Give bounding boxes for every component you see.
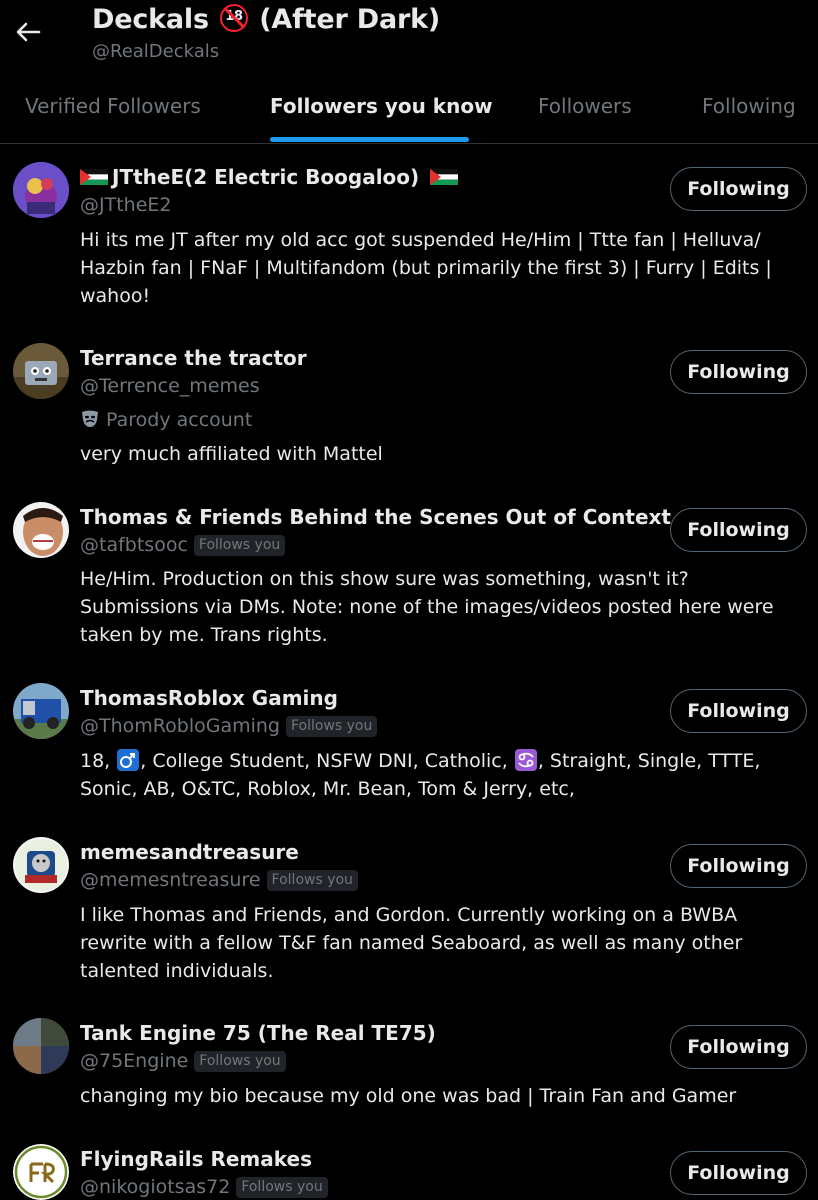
user-handle: @nikogiotsas72 Follows you bbox=[80, 1176, 328, 1198]
user-handle: @Terrence_memes bbox=[80, 375, 260, 397]
user-handle: @memesntreasure Follows you bbox=[80, 869, 358, 891]
following-button[interactable]: Following bbox=[670, 1025, 807, 1069]
user-bio: He/Him. Production on this show sure was… bbox=[80, 568, 774, 646]
tab-verified-followers[interactable]: Verified Followers bbox=[25, 94, 201, 118]
user-handle: @tafbtsooc Follows you bbox=[80, 534, 286, 556]
user-bio: very much affiliated with Mattel bbox=[80, 443, 383, 465]
title-suffix: (After Dark) bbox=[259, 4, 441, 35]
following-button[interactable]: Following bbox=[670, 844, 807, 888]
user-row[interactable]: ThomasRoblox Gaming @ThomRobloGaming Fol… bbox=[0, 666, 818, 821]
profile-header: Deckals 18 (After Dark) @RealDeckals bbox=[0, 0, 818, 70]
user-name[interactable]: Terrance the tractor bbox=[80, 346, 307, 370]
tab-followers-you-know[interactable]: Followers you know bbox=[270, 94, 493, 118]
user-name[interactable]: ThomasRoblox Gaming bbox=[80, 686, 338, 710]
user-bio: Hi its me JT after my old acc got suspen… bbox=[80, 229, 772, 307]
avatar[interactable] bbox=[13, 343, 69, 399]
user-name[interactable]: FlyingRails Remakes bbox=[80, 1147, 312, 1171]
user-handle: @JTtheE2 bbox=[80, 194, 172, 216]
theater-masks-icon bbox=[82, 410, 98, 427]
title-name: Deckals bbox=[92, 4, 209, 35]
user-handle: @75Engine Follows you bbox=[80, 1050, 286, 1072]
palestine-flag-icon bbox=[430, 169, 459, 185]
user-name[interactable]: memesandtreasure bbox=[80, 840, 299, 864]
tab-followers[interactable]: Followers bbox=[538, 94, 632, 118]
user-row[interactable]: memesandtreasure @memesntreasure Follows… bbox=[0, 820, 818, 1000]
page-title: Deckals 18 (After Dark) bbox=[92, 4, 440, 35]
follows-you-badge: Follows you bbox=[285, 715, 378, 737]
parody-label: Parody account bbox=[80, 409, 252, 431]
user-row[interactable]: Tank Engine 75 (The Real TE75) @75Engine… bbox=[0, 1001, 818, 1131]
avatar[interactable] bbox=[13, 683, 69, 739]
active-tab-indicator bbox=[270, 137, 469, 142]
following-button[interactable]: Following bbox=[670, 689, 807, 733]
user-row[interactable]: Terrance the tractor @Terrence_memes Par… bbox=[0, 326, 818, 486]
user-row[interactable]: FlyingRails Remakes @nikogiotsas72 Follo… bbox=[0, 1127, 818, 1200]
user-bio: 18, , College Student, NSFW DNI, Catholi… bbox=[80, 749, 761, 800]
follows-you-badge: Follows you bbox=[236, 1176, 328, 1198]
tab-following[interactable]: Following bbox=[702, 94, 796, 118]
cancer-zodiac-icon bbox=[514, 749, 537, 771]
user-row[interactable]: Thomas & Friends Behind the Scenes Out o… bbox=[0, 485, 818, 665]
avatar[interactable] bbox=[13, 1144, 69, 1200]
avatar[interactable] bbox=[13, 837, 69, 893]
following-button[interactable]: Following bbox=[670, 1151, 807, 1195]
user-name[interactable]: JTtheE(2 Electric Boogaloo) bbox=[80, 165, 462, 189]
follows-you-badge: Follows you bbox=[193, 534, 286, 556]
profile-handle: @RealDeckals bbox=[92, 41, 220, 62]
age-restricted-icon: 18 bbox=[220, 4, 249, 32]
male-sign-icon bbox=[117, 749, 140, 771]
back-arrow-icon bbox=[16, 22, 41, 42]
palestine-flag-icon bbox=[80, 169, 108, 185]
user-bio: changing my bio because my old one was b… bbox=[80, 1085, 737, 1107]
user-bio: I like Thomas and Friends, and Gordon. C… bbox=[80, 904, 743, 982]
user-handle: @ThomRobloGaming Follows you bbox=[80, 715, 378, 737]
back-button[interactable] bbox=[10, 14, 46, 50]
user-row[interactable]: JTtheE(2 Electric Boogaloo) @JTtheE2 Hi … bbox=[0, 145, 818, 325]
following-button[interactable]: Following bbox=[670, 167, 807, 211]
avatar[interactable] bbox=[13, 162, 69, 218]
avatar[interactable] bbox=[13, 1018, 69, 1074]
user-name[interactable]: Tank Engine 75 (The Real TE75) bbox=[80, 1021, 436, 1045]
following-button[interactable]: Following bbox=[670, 350, 807, 394]
follows-you-badge: Follows you bbox=[266, 869, 358, 891]
avatar[interactable] bbox=[13, 502, 69, 558]
user-name[interactable]: Thomas & Friends Behind the Scenes Out o… bbox=[80, 505, 671, 529]
tab-bar: Verified Followers Followers you know Fo… bbox=[0, 70, 818, 144]
follows-you-badge: Follows you bbox=[194, 1050, 286, 1072]
following-button[interactable]: Following bbox=[670, 508, 807, 552]
